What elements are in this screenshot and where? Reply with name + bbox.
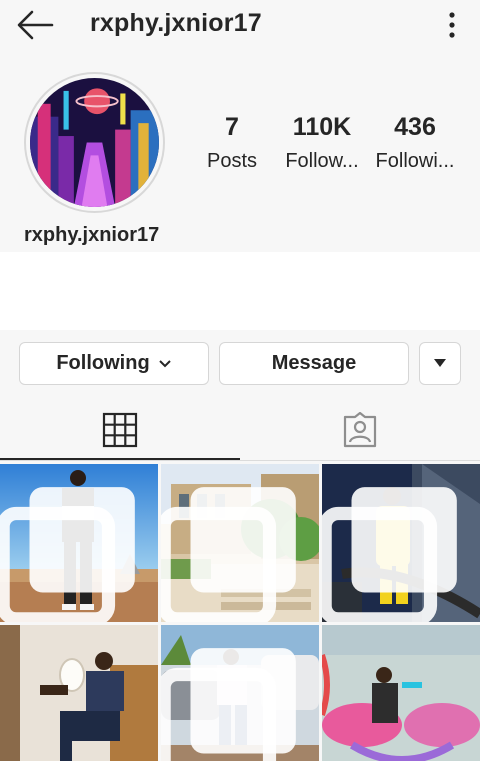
top-bar: rxphy.jxnior17 — [0, 0, 480, 52]
post-thumbnail[interactable] — [322, 464, 480, 622]
following-button-label: Following — [56, 352, 150, 374]
stat-followers[interactable]: 110K Follow... — [282, 112, 362, 176]
multiple-photos-icon — [161, 487, 296, 622]
stat-posts: 7 Posts — [196, 112, 268, 176]
grid-icon — [102, 412, 138, 448]
tab-tagged[interactable] — [240, 400, 480, 460]
back-arrow-icon[interactable] — [14, 8, 58, 42]
tab-posts-grid[interactable] — [0, 400, 240, 460]
post-thumbnail[interactable] — [161, 625, 319, 761]
profile-username-title: rxphy.jxnior17 — [90, 9, 262, 37]
tagged-person-icon — [343, 412, 377, 448]
multiple-photos-icon — [0, 487, 135, 622]
message-button-label: Message — [271, 352, 357, 374]
posts-label: Posts — [206, 150, 258, 172]
profile-name: rxphy.jxnior17 — [24, 224, 160, 246]
message-button[interactable]: Message — [219, 342, 409, 385]
following-label: Followi... — [375, 150, 455, 172]
avatar[interactable] — [24, 72, 165, 213]
following-button[interactable]: Following — [19, 342, 209, 385]
followers-label: Follow... — [285, 150, 359, 172]
posts-count: 7 — [225, 113, 239, 141]
posts-grid — [0, 464, 480, 761]
avatar-image — [30, 78, 159, 207]
followers-count: 110K — [292, 113, 352, 141]
post-thumbnail[interactable] — [0, 464, 158, 622]
suggested-accounts-button[interactable] — [419, 342, 461, 385]
multiple-photos-icon — [322, 487, 457, 622]
following-count: 436 — [394, 113, 436, 141]
more-options-icon[interactable] — [437, 10, 467, 40]
post-thumbnail[interactable] — [0, 625, 158, 761]
chevron-down-icon — [158, 359, 171, 367]
stat-following[interactable]: 436 Followi... — [372, 112, 458, 176]
post-thumbnail[interactable] — [161, 464, 319, 622]
bio-area — [0, 252, 480, 330]
post-thumbnail[interactable] — [322, 625, 480, 761]
tab-divider — [0, 460, 480, 461]
multiple-photos-icon — [161, 648, 296, 761]
profile-tabs — [0, 400, 480, 462]
caret-down-icon — [434, 359, 446, 367]
